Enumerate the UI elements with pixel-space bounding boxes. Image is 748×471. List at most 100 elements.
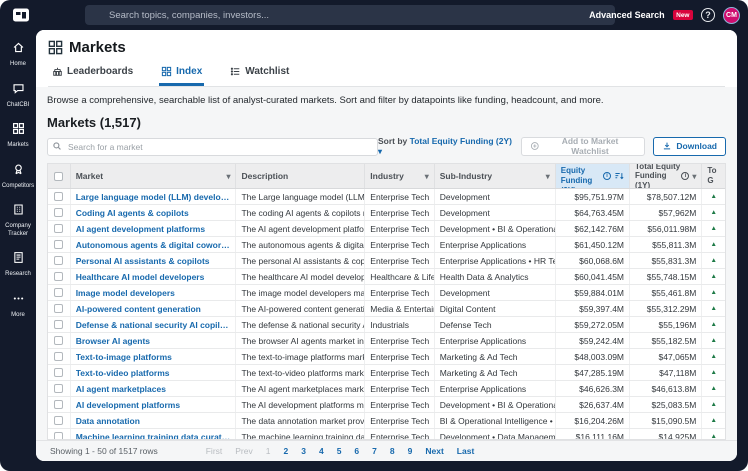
market-cell: Personal AI assistants & copilots [71,253,237,268]
market-link[interactable]: Autonomous agents & digital coworkers [76,240,231,250]
info-icon[interactable]: i [603,172,611,180]
new-badge: New [673,10,693,20]
row-checkbox[interactable] [54,336,63,345]
row-checkbox[interactable] [54,384,63,393]
row-checkbox[interactable] [54,416,63,425]
chevron-down-icon: ▾ [226,172,230,181]
tef-1y-cell: $55,461.8M [630,285,702,300]
column-header-tef-2y[interactable]: Total EquityFunding (2Y) i [556,164,630,188]
add-to-watchlist-button[interactable]: Add to Market Watchlist [521,137,645,156]
sub-industry-text: Development [440,208,490,218]
row-checkbox[interactable] [54,240,63,249]
row-checkbox[interactable] [54,400,63,409]
market-link[interactable]: Text-to-image platforms [76,352,172,362]
description-text: The image model developers market [241,288,365,298]
trend-cell: ▲ [702,349,725,364]
row-checkbox[interactable] [54,224,63,233]
column-header-industry[interactable]: Industry▾ [365,164,434,188]
sidebar-item-chatcbi[interactable]: ChatCBI [0,82,36,110]
info-icon[interactable]: i [681,172,689,180]
row-checkbox[interactable] [54,320,63,329]
row-checkbox[interactable] [54,272,63,281]
page-3[interactable]: 3 [301,446,306,456]
market-link[interactable]: Personal AI assistants & copilots [76,256,210,266]
sidebar-item-competitors[interactable]: Competitors [0,163,36,191]
market-link[interactable]: Coding AI agents & copilots [76,208,189,218]
page-next[interactable]: Next [425,446,443,456]
sidebar-item-more[interactable]: More [0,292,36,320]
row-checkbox[interactable] [54,256,63,265]
sidebar-item-company-tracker[interactable]: Company Tracker [0,203,36,238]
row-checkbox-cell [48,285,71,300]
page-5[interactable]: 5 [337,446,342,456]
page-6[interactable]: 6 [354,446,359,456]
tab-index[interactable]: Index [159,62,204,86]
tab-watchlist[interactable]: Watchlist [228,62,291,86]
market-cell: Machine learning training data curation [71,429,237,439]
column-header-trend-truncated[interactable]: ToG [702,164,725,188]
description-cell: The image model developers market... [236,285,365,300]
page-2[interactable]: 2 [283,446,288,456]
grid-icon [161,66,172,77]
page-8[interactable]: 8 [390,446,395,456]
description-text: The browser AI agents market includ [241,336,365,346]
cbinsights-logo[interactable] [12,6,30,24]
page-1[interactable]: 1 [266,446,271,456]
market-link[interactable]: AI agent marketplaces [76,384,166,394]
market-link[interactable]: AI-powered content generation [76,304,201,314]
row-checkbox[interactable] [54,288,63,297]
column-header-market[interactable]: Market▾ [71,164,237,188]
row-checkbox[interactable] [54,368,63,377]
watchlist-icon [230,66,241,77]
industry-cell: Enterprise Tech [365,205,434,220]
advanced-search-link[interactable]: Advanced Search [589,10,665,20]
app-window: Advanced Search New ? CM Home ChatCBI Mark… [0,0,748,471]
market-link[interactable]: Defense & national security AI copilots [76,320,231,330]
row-checkbox[interactable] [54,352,63,361]
column-header-tef-1y[interactable]: Total EquityFunding (1Y) i ▾ [630,164,702,188]
market-cell: Defense & national security AI copilots [71,317,237,332]
market-link[interactable]: Healthcare AI model developers [76,272,205,282]
sidebar-item-home[interactable]: Home [0,41,36,69]
tef-2y-cell: $59,397.4M [556,301,630,316]
market-link[interactable]: AI agent development platforms [76,224,205,234]
row-checkbox[interactable] [54,208,63,217]
sidebar-item-research[interactable]: Research [0,251,36,279]
page-first[interactable]: First [206,446,223,456]
market-cell: AI agent development platforms [71,221,237,236]
row-checkbox[interactable] [54,304,63,313]
sub-industry-cell: Digital Content [435,301,556,316]
row-checkbox-cell [48,301,71,316]
market-link[interactable]: Data annotation [76,416,140,426]
column-header-sub-industry[interactable]: Sub-Industry▾ [435,164,556,188]
market-link[interactable]: Large language model (LLM) developers [76,192,231,202]
row-checkbox[interactable] [54,192,63,201]
market-link[interactable]: Browser AI agents [76,336,150,346]
search-icon [52,141,62,151]
avatar[interactable]: CM [723,7,740,24]
page-7[interactable]: 7 [372,446,377,456]
tab-leaderboards[interactable]: Leaderboards [50,62,135,86]
market-link[interactable]: Image model developers [76,288,175,298]
tab-label: Index [176,66,202,77]
market-link[interactable]: AI development platforms [76,400,180,410]
sort-by-control[interactable]: Sort by Total Equity Funding (2Y) ▾ [378,136,513,156]
sidebar-item-markets[interactable]: Markets [0,122,36,150]
tef-1y-cell: $55,831.3M [630,253,702,268]
row-checkbox-cell [48,189,71,204]
page-9[interactable]: 9 [408,446,413,456]
sidebar-item-label: ChatCBI [7,102,30,110]
page-prev[interactable]: Prev [235,446,252,456]
row-checkbox[interactable] [54,432,63,439]
market-search-input[interactable] [47,138,378,156]
help-icon[interactable]: ? [701,8,715,22]
global-search-input[interactable] [85,5,615,25]
industry-cell: Healthcare & Life... [365,269,434,284]
market-link[interactable]: Machine learning training data curation [76,432,231,440]
download-button[interactable]: Download [653,137,726,156]
page-4[interactable]: 4 [319,446,324,456]
market-link[interactable]: Text-to-video platforms [76,368,170,378]
select-all-checkbox[interactable] [48,164,71,188]
main-content: Markets LeaderboardsIndexWatchlist Brows… [36,30,737,461]
page-last[interactable]: Last [457,446,474,456]
